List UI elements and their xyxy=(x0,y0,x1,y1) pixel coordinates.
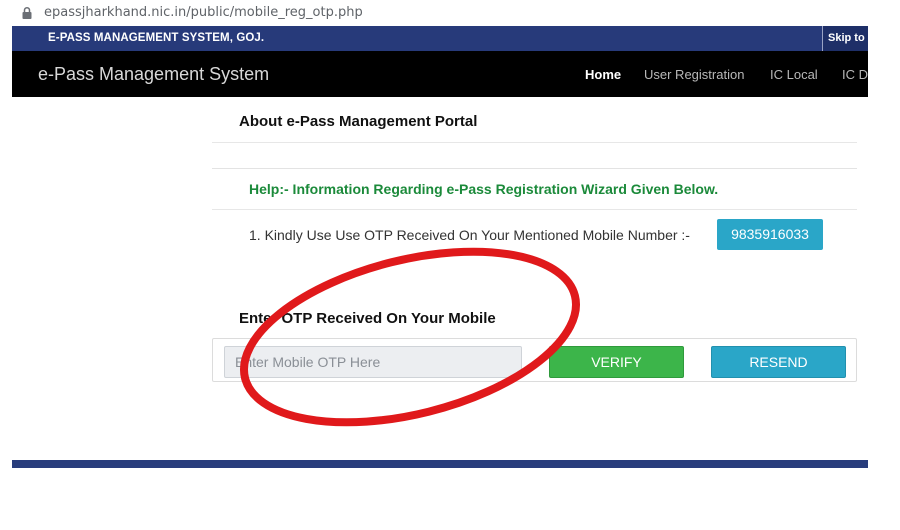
about-title: About e-Pass Management Portal xyxy=(239,113,478,130)
otp-form: VERIFY RESEND xyxy=(212,338,857,382)
divider xyxy=(212,142,857,143)
divider xyxy=(212,209,857,210)
main-navbar: e-Pass Management System Home User Regis… xyxy=(12,51,868,97)
footer-bar xyxy=(12,460,868,468)
mobile-number-badge: 9835916033 xyxy=(717,219,823,250)
nav-ic-d[interactable]: IC D xyxy=(842,67,868,82)
gov-header-strip: E-PASS MANAGEMENT SYSTEM, GOJ. Skip to xyxy=(12,26,868,51)
mobile-otp-input[interactable] xyxy=(224,346,522,378)
help-text: Help:- Information Regarding e-Pass Regi… xyxy=(249,181,719,197)
site-brand[interactable]: e-Pass Management System xyxy=(38,64,269,85)
skip-to-content-link[interactable]: Skip to xyxy=(822,26,868,51)
gov-title: E-PASS MANAGEMENT SYSTEM, GOJ. xyxy=(48,32,265,44)
nav-ic-local[interactable]: IC Local xyxy=(770,67,818,82)
otp-instruction: 1. Kindly Use Use OTP Received On Your M… xyxy=(249,227,690,243)
url-text[interactable]: epassjharkhand.nic.in/public/mobile_reg_… xyxy=(44,5,363,20)
verify-button[interactable]: VERIFY xyxy=(549,346,684,378)
otp-section-title: Enter OTP Received On Your Mobile xyxy=(239,310,496,327)
browser-url-bar[interactable]: epassjharkhand.nic.in/public/mobile_reg_… xyxy=(0,0,900,26)
help-panel: Help:- Information Regarding e-Pass Regi… xyxy=(212,168,857,274)
lock-icon xyxy=(22,6,32,19)
nav-user-registration[interactable]: User Registration xyxy=(644,67,744,82)
nav-home[interactable]: Home xyxy=(585,67,621,82)
resend-button[interactable]: RESEND xyxy=(711,346,846,378)
